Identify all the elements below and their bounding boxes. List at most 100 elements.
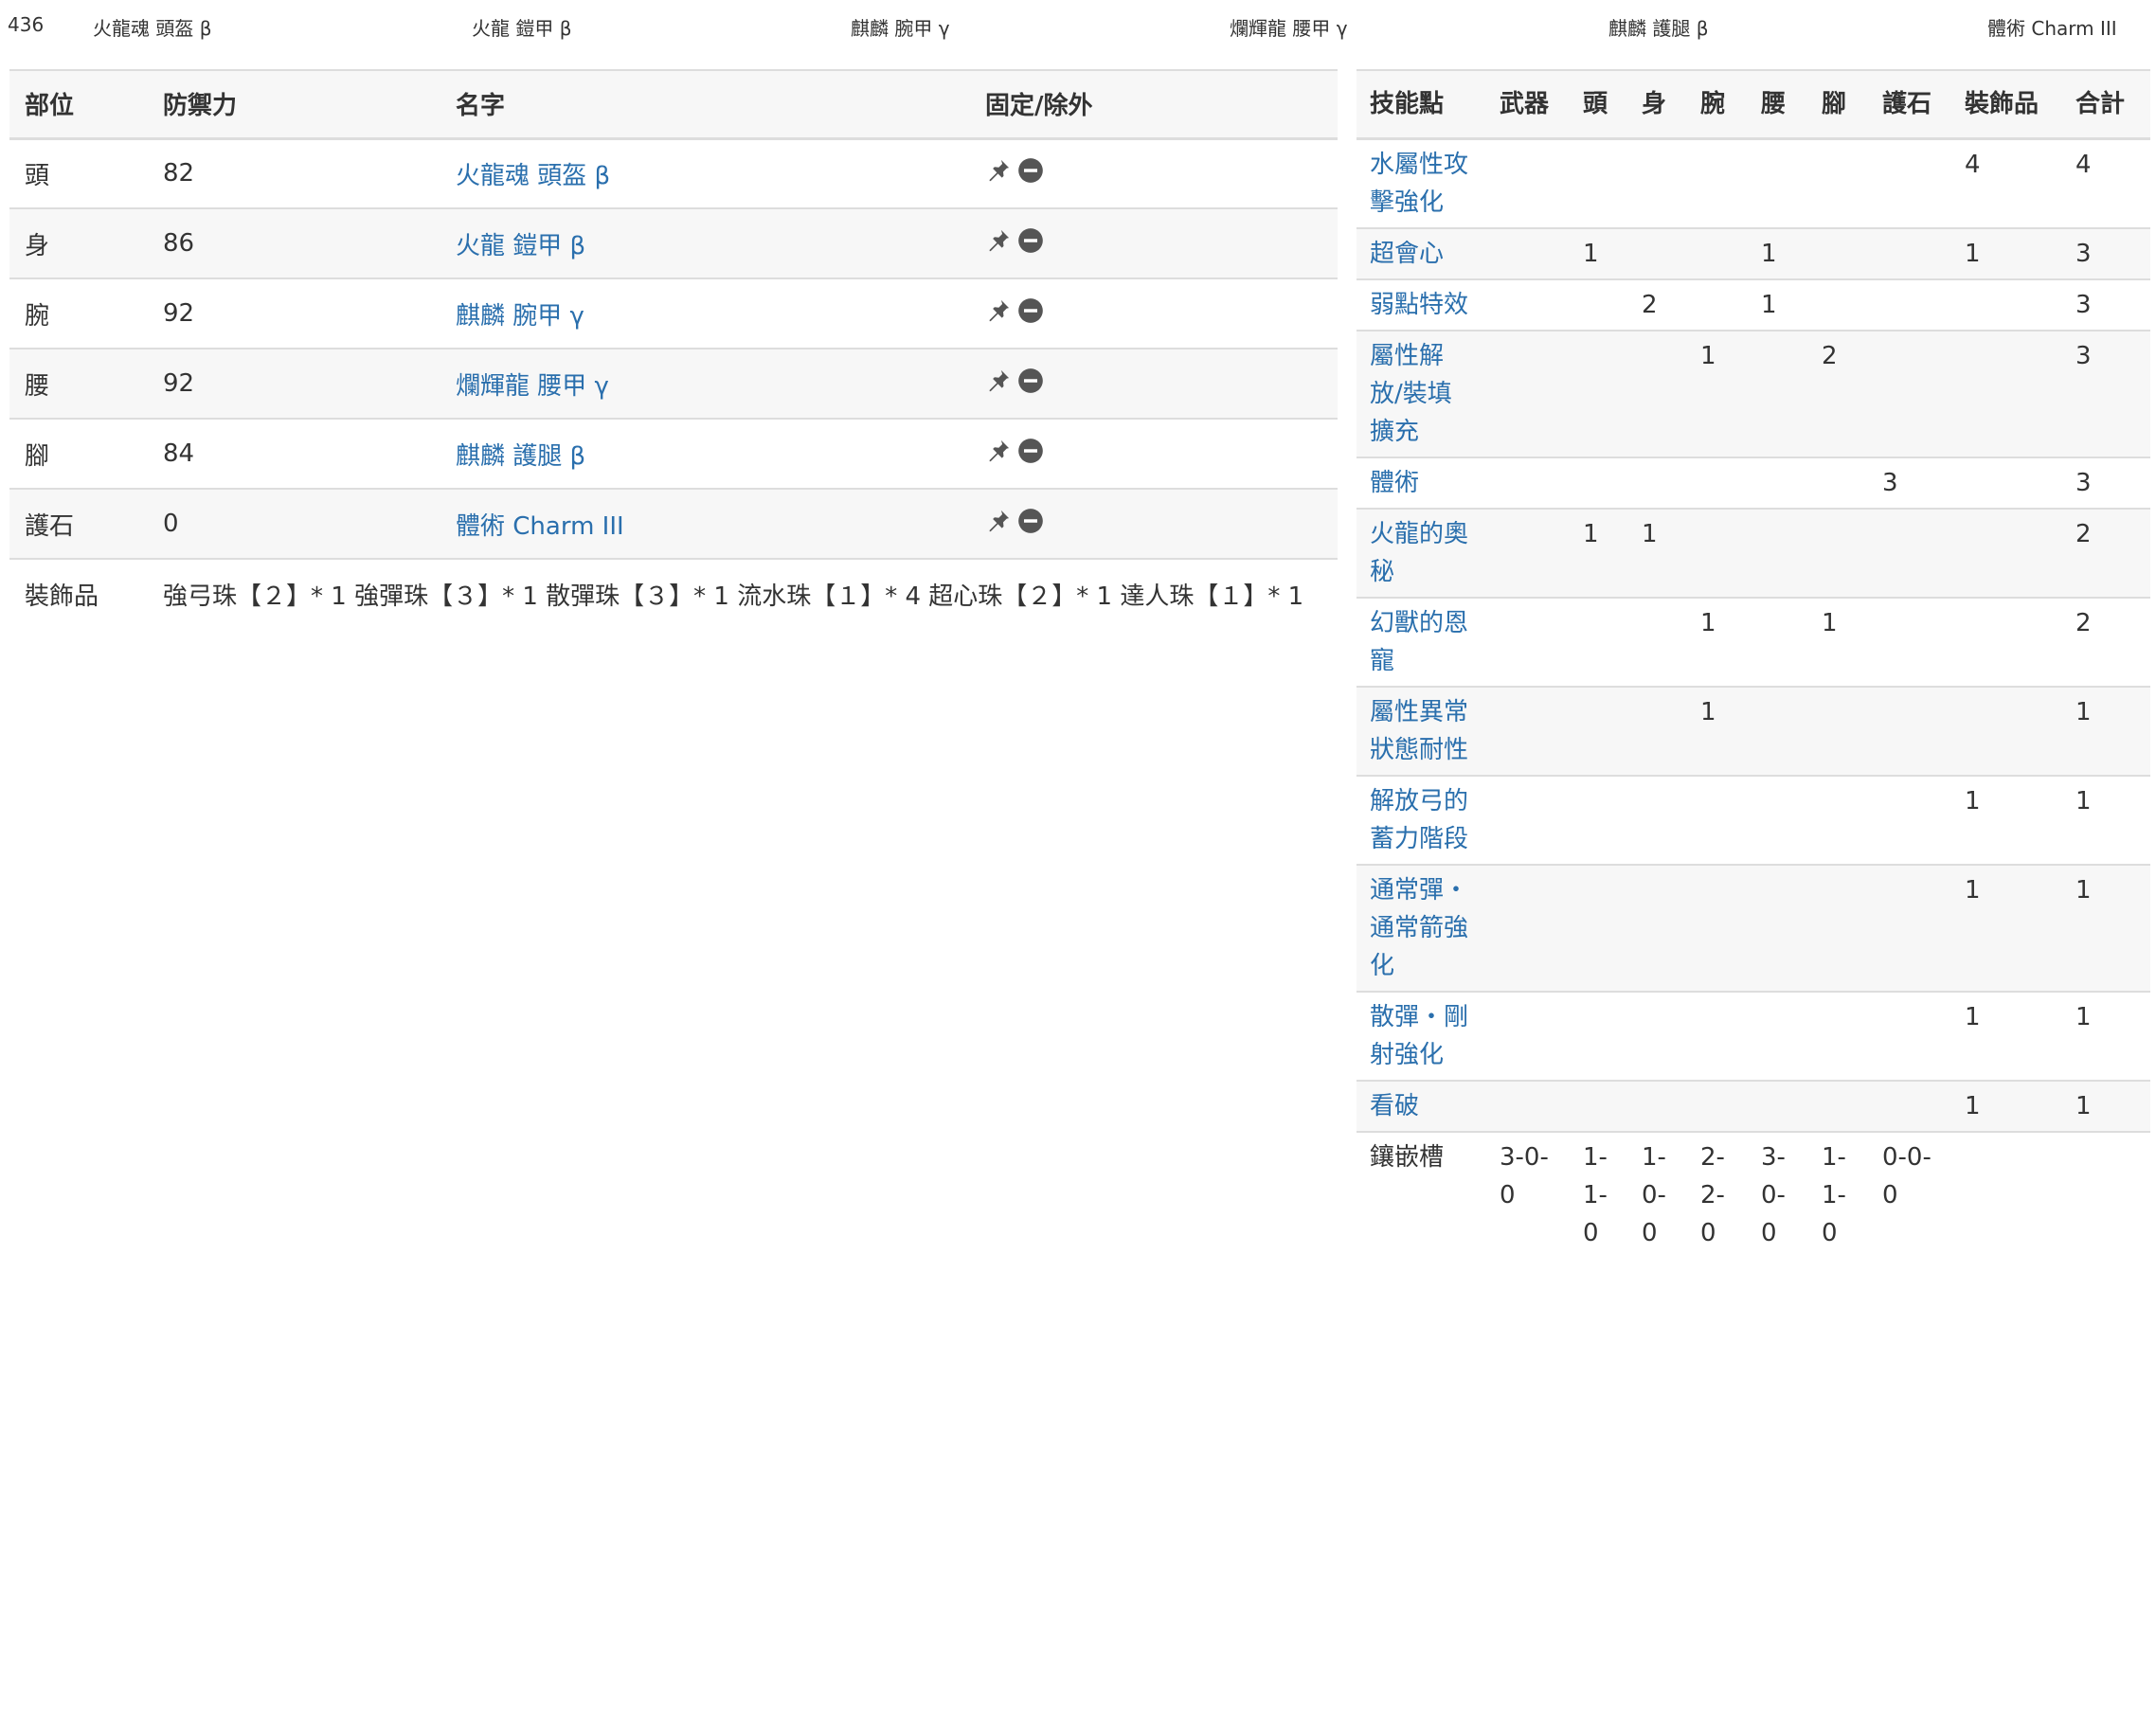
skill-points-cell [1687,992,1748,1081]
skill-points-cell [1808,776,1869,865]
summary-waist: 爛輝龍 腰甲 γ [1230,17,1348,40]
slots-row: 鑲嵌槽 3-0-0 1-1-0 1-0-0 2-2-0 3-0-0 1-1-0 0-0-0 [1356,1131,2150,1258]
skill-points-cell: 1 [1965,1091,1981,1120]
skill-points-cell: 2 [2075,608,2092,637]
minus-circle-icon[interactable] [1017,367,1044,394]
skill-points-cell: 1 [1965,875,1981,905]
skill-row: 水屬性攻擊強化 4 4 [1356,138,2150,228]
minus-circle-icon[interactable] [1017,227,1044,254]
equipment-name-link[interactable]: 體術 Charm III [440,489,970,559]
build-summary: 436 火龍魂 頭盔 β 火龍 鎧甲 β 麒麟 腕甲 γ 爛輝龍 腰甲 γ 麒麟… [0,0,2156,57]
skills-header-cell: 頭 [1570,69,1628,140]
equipment-controls [970,349,1338,419]
skill-name-link[interactable]: 看破 [1356,1081,1486,1132]
skills-header-cell: 合計 [2062,69,2150,140]
equipment-name-link[interactable]: 麒麟 護腿 β [440,419,970,489]
equipment-name-link[interactable]: 爛輝龍 腰甲 γ [440,349,970,419]
skill-points-cell [1570,279,1628,331]
skill-points-cell: 1 [1965,239,1981,268]
skill-name-link[interactable]: 超會心 [1356,228,1486,279]
skill-name-link[interactable]: 水屬性攻擊強化 [1356,138,1486,228]
skill-name-link[interactable]: 散彈・剛射強化 [1356,992,1486,1081]
skill-points-cell [1687,776,1748,865]
minus-circle-icon[interactable] [1017,157,1044,184]
skill-points-cell: 1 [1822,608,1838,637]
skill-points-cell: 4 [1965,150,1981,179]
equipment-controls [970,208,1338,278]
skill-points-cell [1687,865,1748,992]
slot-cell: 1-1-0 [1583,1142,1608,1247]
skill-points-cell [1869,1081,1951,1132]
equipment-row: 頭 82 火龍魂 頭盔 β [9,138,1338,208]
skill-name-link[interactable]: 屬性異常狀態耐性 [1356,687,1486,776]
slot-cell [2062,1132,2150,1258]
skill-row: 看破 1 1 [1356,1080,2150,1132]
skill-points-cell [1748,138,1808,228]
minus-circle-icon[interactable] [1017,438,1044,464]
decorations-row: 裝飾品 強弓珠【２】* 1 強彈珠【３】* 1 散彈珠【３】* 1 流水珠【１】*… [9,559,1338,629]
skill-points-cell [1570,776,1628,865]
skill-row: 屬性異常狀態耐性 1 1 [1356,686,2150,776]
skills-header-cell: 裝飾品 [1951,69,2062,140]
skill-name-link[interactable]: 體術 [1356,457,1486,509]
skill-name-link[interactable]: 弱點特效 [1356,279,1486,331]
equipment-name-link[interactable]: 火龍魂 頭盔 β [440,138,970,208]
pin-icon[interactable] [985,367,1012,394]
skill-name-link[interactable]: 屬性解放/裝填擴充 [1356,331,1486,457]
skill-points-cell [1486,598,1570,687]
summary-body: 火龍 鎧甲 β [472,17,572,40]
skill-points-cell [1951,279,2062,331]
equipment-part: 護石 [25,511,75,541]
header-defense: 防禦力 [148,69,440,140]
skill-points-cell [1808,279,1869,331]
skill-points-cell [1570,457,1628,509]
skill-points-cell [1486,776,1570,865]
skill-points-cell [1748,776,1808,865]
equipment-part: 頭 [25,161,50,190]
summary-arm: 麒麟 腕甲 γ [851,17,950,40]
skill-points-cell [1486,992,1570,1081]
pin-icon[interactable] [985,508,1012,534]
skill-points-cell: 3 [1882,468,1898,497]
equipment-name-link[interactable]: 麒麟 腕甲 γ [440,278,970,349]
skills-header-cell: 護石 [1869,69,1951,140]
skill-name-link[interactable]: 解放弓的蓄力階段 [1356,776,1486,865]
skill-points-cell [1628,992,1687,1081]
skills-header-cell: 身 [1628,69,1687,140]
skill-points-cell [1951,509,2062,598]
pin-icon[interactable] [985,438,1012,464]
summary-leg: 麒麟 護腿 β [1608,17,1709,40]
skill-points-cell [1951,331,2062,457]
skill-points-cell: 1 [1700,697,1716,726]
slot-cell: 0-0-0 [1882,1142,1931,1209]
skill-points-cell [1628,598,1687,687]
skill-points-cell [1628,228,1687,279]
pin-icon[interactable] [985,227,1012,254]
skill-name-link[interactable]: 通常彈・通常箭強化 [1356,865,1486,992]
skills-header-row: 技能點 武器頭身腕腰腳護石 裝飾品 合計 [1356,69,2150,140]
minus-circle-icon[interactable] [1017,297,1044,324]
equipment-name-link[interactable]: 火龍 鎧甲 β [440,208,970,278]
skill-row: 解放弓的蓄力階段 1 1 [1356,776,2150,865]
equipment-row: 腕 92 麒麟 腕甲 γ [9,278,1338,349]
skill-points-cell [1570,687,1628,776]
pin-icon[interactable] [985,157,1012,184]
pin-icon[interactable] [985,297,1012,324]
slot-cell: 1-1-0 [1822,1142,1846,1247]
skill-points-cell: 1 [1965,1002,1981,1031]
skill-points-cell [1486,457,1570,509]
skill-points-cell [1687,138,1748,228]
equipment-defense: 86 [163,229,195,258]
skill-name-link[interactable]: 幻獸的恩寵 [1356,598,1486,687]
skill-points-cell: 3 [2075,468,2092,497]
skill-points-cell [1570,138,1628,228]
skill-points-cell [1869,687,1951,776]
equipment-controls [970,489,1338,559]
skill-row: 通常彈・通常箭強化 1 1 [1356,864,2150,992]
skills-header-cell: 腳 [1808,69,1869,140]
summary-charm: 體術 Charm III [1987,17,2117,40]
minus-circle-icon[interactable] [1017,508,1044,534]
skill-name-link[interactable]: 火龍的奧秘 [1356,509,1486,598]
skill-points-cell [1808,865,1869,992]
skill-points-cell: 2 [1822,341,1838,370]
